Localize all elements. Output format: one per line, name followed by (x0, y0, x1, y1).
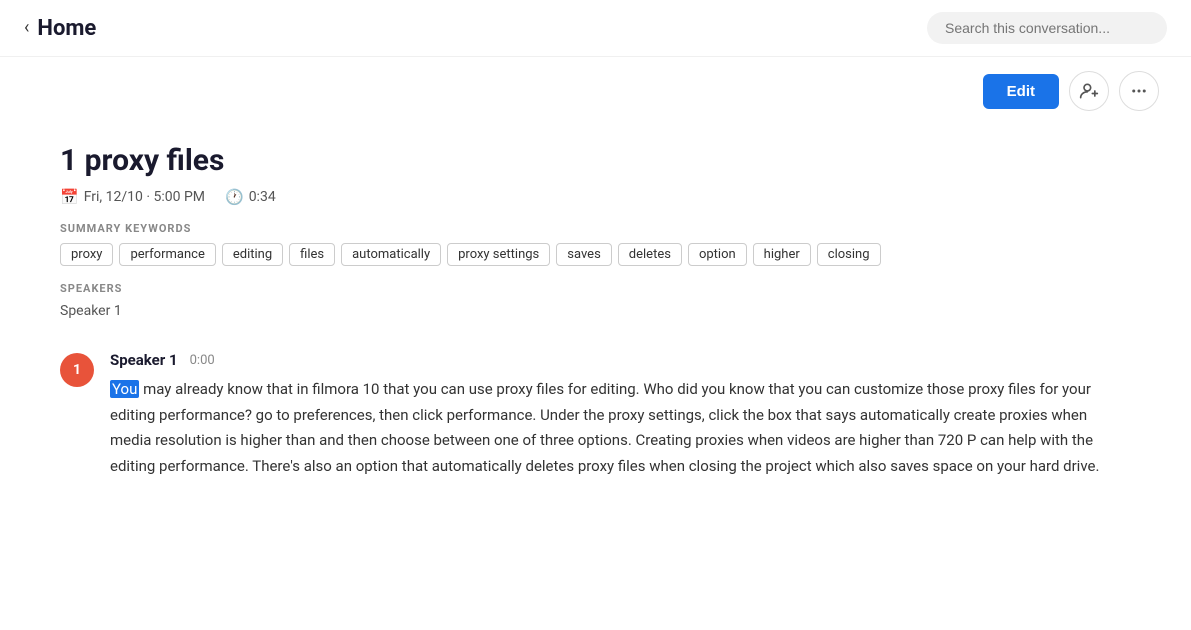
date-meta: 📅 Fri, 12/10 · 5:00 PM (60, 188, 205, 206)
conversation-date: Fri, 12/10 · 5:00 PM (84, 189, 205, 205)
keyword-tag: performance (119, 243, 215, 266)
transcript-timestamp: 0:00 (190, 353, 215, 368)
transcript-header: Speaker 1 0:00 (110, 351, 1131, 369)
keyword-tag: proxy settings (447, 243, 550, 266)
header: ‹ Home (0, 0, 1191, 57)
toolbar: Edit (0, 57, 1191, 119)
meta-row: 📅 Fri, 12/10 · 5:00 PM 🕐 0:34 (60, 188, 1131, 206)
transcript-content: may already know that in filmora 10 that… (110, 380, 1099, 475)
search-input[interactable] (927, 12, 1167, 44)
more-options-button[interactable] (1119, 71, 1159, 111)
transcript-speaker-name: Speaker 1 (110, 351, 178, 369)
speakers-section: SPEAKERS Speaker 1 (60, 282, 1131, 319)
speaker-name: Speaker 1 (60, 303, 1131, 319)
transcript-body: Speaker 1 0:00 You may already know that… (110, 351, 1131, 479)
keyword-tag: higher (753, 243, 811, 266)
add-person-icon (1079, 81, 1099, 101)
conversation-duration: 0:34 (249, 189, 276, 205)
add-person-button[interactable] (1069, 71, 1109, 111)
keywords-row: proxy performance editing files automaticall… (60, 243, 1131, 266)
transcript-text: You may already know that in filmora 10 … (110, 377, 1131, 479)
keyword-tag: saves (556, 243, 612, 266)
keyword-tag: automatically (341, 243, 441, 266)
calendar-icon: 📅 (60, 188, 79, 206)
keywords-section: SUMMARY KEYWORDS proxy performance editing… (60, 222, 1131, 266)
home-title: Home (37, 16, 96, 41)
keyword-tag: deletes (618, 243, 682, 266)
edit-button[interactable]: Edit (983, 74, 1059, 109)
back-chevron-icon: ‹ (24, 19, 29, 37)
duration-meta: 🕐 0:34 (225, 188, 276, 206)
keyword-tag: option (688, 243, 747, 266)
keyword-tag: proxy (60, 243, 113, 266)
more-options-icon (1130, 82, 1148, 100)
speakers-label: SPEAKERS (60, 282, 1131, 295)
clock-icon: 🕐 (225, 188, 244, 206)
main-content: 1 proxy files 📅 Fri, 12/10 · 5:00 PM 🕐 0… (0, 119, 1191, 527)
transcript-entry: 1 Speaker 1 0:00 You may already know th… (60, 351, 1131, 479)
transcript-section: 1 Speaker 1 0:00 You may already know th… (60, 351, 1131, 479)
keyword-tag: editing (222, 243, 283, 266)
header-right (927, 12, 1167, 44)
keyword-tag: closing (817, 243, 881, 266)
back-navigation[interactable]: ‹ Home (24, 16, 96, 41)
highlighted-word: You (110, 380, 139, 398)
speaker-badge: 1 (60, 353, 94, 387)
conversation-title: 1 proxy files (60, 143, 1131, 178)
keyword-tag: files (289, 243, 335, 266)
keywords-label: SUMMARY KEYWORDS (60, 222, 1131, 235)
